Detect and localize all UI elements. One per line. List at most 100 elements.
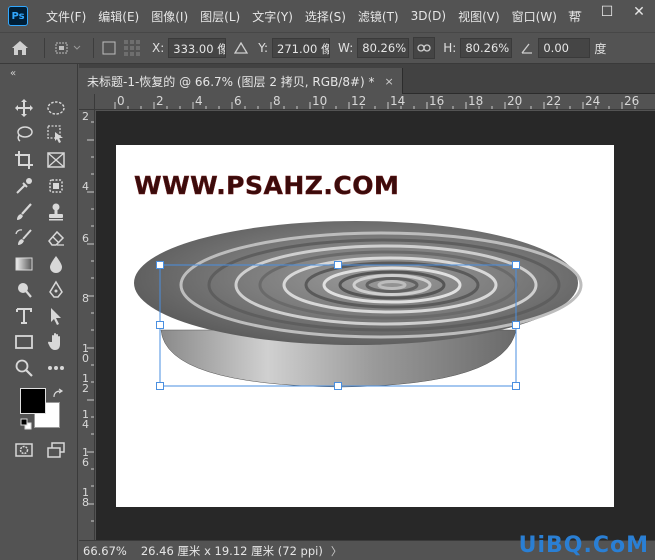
- ruler-tick-label: 2: [82, 110, 89, 123]
- brush-tool-icon[interactable]: [12, 200, 36, 224]
- object-selection-tool-icon[interactable]: [44, 122, 68, 146]
- menu-file[interactable]: 文件(F): [40, 8, 92, 25]
- window-controls: — ☐ ✕: [559, 0, 655, 24]
- transform-handle-bottom-right[interactable]: [512, 382, 520, 390]
- lasso-tool-icon[interactable]: [12, 122, 36, 146]
- ruler-tick-label: 6: [82, 232, 89, 245]
- close-button[interactable]: ✕: [623, 0, 655, 24]
- menu-filter[interactable]: 滤镜(T): [352, 8, 405, 25]
- ruler-tick-label: 20: [507, 94, 523, 108]
- ruler-origin[interactable]: [79, 94, 95, 110]
- ruler-tick-label: 18: [468, 94, 484, 108]
- path-selection-tool-icon[interactable]: [44, 304, 68, 328]
- eraser-tool-icon[interactable]: [44, 226, 68, 250]
- transform-handle-left[interactable]: [156, 321, 164, 329]
- frame-tool-icon[interactable]: [44, 148, 68, 172]
- h-input[interactable]: 80.26%: [460, 38, 513, 58]
- ruler-tick-label: 12: [351, 94, 367, 108]
- menu-select[interactable]: 选择(S): [299, 8, 352, 25]
- options-bar: X: 333.00 像素 Y: 271.00 像素 W: 80.26% H: 8…: [0, 32, 655, 64]
- menu-layer[interactable]: 图层(L): [194, 8, 246, 25]
- document-canvas[interactable]: WWW.PSAHZ.COM: [116, 145, 614, 507]
- ruler-tick-label: 16: [429, 94, 445, 108]
- document-tab[interactable]: 未标题-1-恢复的 @ 66.7% (图层 2 拷贝, RGB/8#) * ×: [79, 68, 403, 94]
- w-input[interactable]: 80.26%: [357, 38, 410, 58]
- x-label: X:: [152, 41, 165, 55]
- close-tab-icon[interactable]: ×: [385, 75, 394, 88]
- menu-image[interactable]: 图像(I): [145, 8, 194, 25]
- divider: [44, 38, 45, 58]
- transform-handle-top-left[interactable]: [156, 261, 164, 269]
- pen-tool-icon[interactable]: [44, 278, 68, 302]
- ruler-tick-label: 22: [546, 94, 562, 108]
- minimize-button[interactable]: —: [559, 0, 591, 24]
- menu-3d[interactable]: 3D(D): [405, 9, 452, 23]
- angle-unit: 度: [594, 41, 607, 56]
- document-size: 26.46 厘米 x 19.12 厘米 (72 ppi): [140, 543, 323, 558]
- transform-handle-top-right[interactable]: [512, 261, 520, 269]
- vertical-ruler-ticks: [87, 121, 94, 522]
- crop-tool-icon[interactable]: [12, 148, 36, 172]
- gradient-tool-icon[interactable]: [12, 252, 36, 276]
- menu-bar: Ps 文件(F) 编辑(E) 图像(I) 图层(L) 文字(Y) 选择(S) 滤…: [0, 0, 655, 32]
- delta-icon[interactable]: [226, 32, 256, 64]
- menu-window[interactable]: 窗口(W): [506, 8, 563, 25]
- reference-point-grid-icon[interactable]: [120, 32, 144, 64]
- rotate-icon[interactable]: [516, 32, 538, 64]
- tools-panel: «: [0, 64, 78, 560]
- transform-handle-right[interactable]: [512, 321, 520, 329]
- ripple-artwork: [134, 221, 583, 388]
- document-tab-bar: 未标题-1-恢复的 @ 66.7% (图层 2 拷贝, RGB/8#) * ×: [79, 64, 655, 94]
- x-input[interactable]: 333.00 像素: [168, 38, 227, 58]
- dodge-tool-icon[interactable]: [12, 278, 36, 302]
- ruler-tick-label: 4: [195, 94, 203, 108]
- transform-handle-top[interactable]: [334, 261, 342, 269]
- rectangle-tool-icon[interactable]: [12, 330, 36, 354]
- hand-tool-icon[interactable]: [44, 330, 68, 354]
- eyedropper-tool-icon[interactable]: [12, 174, 36, 198]
- ruler-tick-label: 26: [624, 94, 640, 108]
- collapse-icon[interactable]: «: [10, 68, 16, 79]
- ruler-tick-label: 6: [234, 94, 242, 108]
- y-input[interactable]: 271.00 像素: [272, 38, 331, 58]
- horizontal-ruler-ticks: [114, 102, 636, 109]
- zoom-level[interactable]: 66.67%: [83, 544, 127, 558]
- blur-tool-icon[interactable]: [44, 252, 68, 276]
- transform-handle-bottom[interactable]: [334, 382, 342, 390]
- menu-type[interactable]: 文字(Y): [246, 8, 299, 25]
- stamp-tool-icon[interactable]: [44, 200, 68, 224]
- ruler-tick-label: 14: [82, 408, 89, 431]
- horizontal-ruler[interactable]: 0 2 4 6 8 10 12 14 16 18 20 22 24 26: [95, 94, 655, 110]
- site-watermark: UiBQ.CoM: [518, 533, 649, 558]
- marquee-tool-icon[interactable]: [44, 96, 68, 120]
- reference-point-checkbox[interactable]: [98, 32, 120, 64]
- zoom-tool-icon[interactable]: [12, 356, 36, 380]
- home-icon[interactable]: [0, 32, 40, 64]
- ruler-tick-label: 12: [82, 372, 89, 395]
- y-label: Y:: [258, 41, 269, 55]
- maximize-button[interactable]: ☐: [591, 0, 623, 24]
- divider: [93, 38, 94, 58]
- default-colors-icon[interactable]: [20, 418, 32, 430]
- angle-input[interactable]: 0.00: [538, 38, 591, 58]
- status-menu-arrow-icon[interactable]: 〉: [331, 543, 342, 559]
- screen-mode-icon[interactable]: [44, 438, 68, 462]
- document-workspace[interactable]: WWW.PSAHZ.COM: [96, 111, 655, 540]
- quick-mask-icon[interactable]: [12, 438, 36, 462]
- swap-colors-icon[interactable]: [52, 388, 64, 400]
- transform-handle-bottom-left[interactable]: [156, 382, 164, 390]
- vertical-ruler[interactable]: 2 4 6 8 10 12 14 16 18: [79, 110, 95, 540]
- ruler-tick-label: 8: [82, 292, 89, 305]
- history-brush-tool-icon[interactable]: [12, 226, 36, 250]
- ruler-tick-label: 8: [273, 94, 281, 108]
- link-icon[interactable]: [413, 37, 436, 59]
- type-tool-icon[interactable]: [12, 304, 36, 328]
- transform-icon[interactable]: [49, 32, 89, 64]
- menu-view[interactable]: 视图(V): [452, 8, 506, 25]
- foreground-color-swatch[interactable]: [20, 388, 46, 414]
- more-tools-icon[interactable]: [44, 356, 68, 380]
- ruler-tick-label: 18: [82, 486, 89, 509]
- spot-healing-tool-icon[interactable]: [44, 174, 68, 198]
- menu-edit[interactable]: 编辑(E): [92, 8, 145, 25]
- move-tool-icon[interactable]: [12, 96, 36, 120]
